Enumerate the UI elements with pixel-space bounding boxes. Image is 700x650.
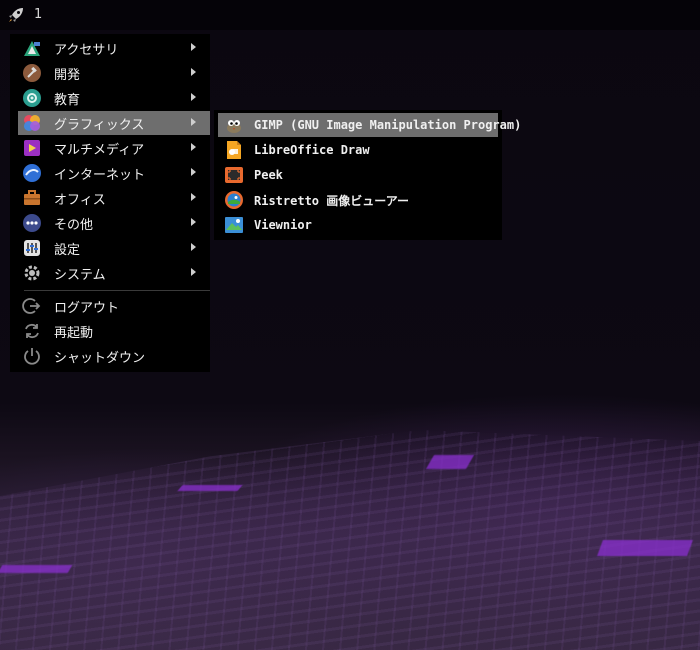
menu-item-label: GIMP (GNU Image Manipulation Program) <box>254 118 522 132</box>
menu-item-logout[interactable]: ログアウト <box>18 294 210 318</box>
multimedia-icon <box>22 138 42 158</box>
application-menu: アクセサリ 開発 教育 グラフィックス マルチメディア インターネット オフィス… <box>10 34 210 372</box>
power-icon <box>22 346 42 366</box>
menu-item-label: Peek <box>254 168 283 182</box>
top-panel: 1 <box>0 0 700 30</box>
menu-item-label: オフィス <box>54 192 106 208</box>
menu-item-label: 再起動 <box>54 325 94 341</box>
submenu-arrow-icon <box>191 193 196 201</box>
wallpaper-neon-light <box>177 485 243 491</box>
menu-item-gimp[interactable]: GIMP (GNU Image Manipulation Program) <box>218 113 521 137</box>
submenu-arrow-icon <box>191 93 196 101</box>
gimp-icon <box>224 115 244 135</box>
wallpaper-neon-light <box>597 540 693 556</box>
menu-item-label: LibreOffice Draw <box>254 143 370 157</box>
ristretto-icon <box>224 190 244 210</box>
system-icon <box>22 263 42 283</box>
menu-item-label: インターネット <box>54 167 146 183</box>
office-icon <box>22 188 42 208</box>
menu-item-label: ログアウト <box>54 300 120 316</box>
viewnior-icon <box>224 215 244 235</box>
peek-icon <box>224 165 244 185</box>
menu-item-graphics[interactable]: グラフィックス <box>18 111 210 135</box>
accessories-icon <box>22 38 42 58</box>
menu-item-settings[interactable]: 設定 <box>18 236 210 260</box>
education-icon <box>22 88 42 108</box>
menu-item-development[interactable]: 開発 <box>18 61 210 85</box>
logout-icon <box>22 296 42 316</box>
submenu-arrow-icon <box>191 243 196 251</box>
menu-item-label: 開発 <box>54 67 81 83</box>
submenu-arrow-icon <box>191 43 196 51</box>
menu-item-label: Viewnior <box>254 218 312 232</box>
graphics-icon <box>22 113 42 133</box>
menu-item-peek[interactable]: Peek <box>218 163 498 187</box>
libreoffice-draw-icon <box>224 140 244 160</box>
menu-item-label: シャットダウン <box>54 350 146 366</box>
internet-icon <box>22 163 42 183</box>
menu-item-other[interactable]: その他 <box>18 211 210 235</box>
menu-item-libreoffice-draw[interactable]: LibreOffice Draw <box>218 138 498 162</box>
submenu-arrow-icon <box>191 168 196 176</box>
graphics-submenu: GIMP (GNU Image Manipulation Program) Li… <box>214 110 521 240</box>
menu-item-label: グラフィックス <box>54 117 145 133</box>
menu-item-label: マルチメディア <box>54 142 145 158</box>
menu-item-restart[interactable]: 再起動 <box>18 319 210 343</box>
menu-item-accessories[interactable]: アクセサリ <box>18 36 210 60</box>
submenu-arrow-icon <box>191 118 196 126</box>
menu-item-ristretto[interactable]: Ristretto 画像ビューアー <box>218 188 498 212</box>
other-icon <box>22 213 42 233</box>
submenu-arrow-icon <box>191 68 196 76</box>
menu-item-education[interactable]: 教育 <box>18 86 210 110</box>
menu-item-shutdown[interactable]: シャットダウン <box>18 344 210 368</box>
menu-item-label: その他 <box>54 217 94 233</box>
submenu-arrow-icon <box>191 143 196 151</box>
wallpaper-neon-light <box>425 455 475 469</box>
wallpaper-neon-light <box>0 565 73 573</box>
settings-icon <box>22 238 42 258</box>
menu-separator <box>24 290 210 291</box>
menu-item-internet[interactable]: インターネット <box>18 161 210 185</box>
submenu-arrow-icon <box>191 218 196 226</box>
menu-item-label: 教育 <box>54 92 81 108</box>
menu-item-viewnior[interactable]: Viewnior <box>218 213 498 237</box>
menu-item-office[interactable]: オフィス <box>18 186 210 210</box>
menu-item-system[interactable]: システム <box>18 261 210 285</box>
workspace-number[interactable]: 1 <box>34 7 42 22</box>
menu-item-label: Ristretto 画像ビューアー <box>254 193 410 208</box>
submenu-arrow-icon <box>191 268 196 276</box>
restart-icon <box>22 321 42 341</box>
development-icon <box>22 63 42 83</box>
menu-item-label: アクセサリ <box>54 42 119 58</box>
rocket-icon[interactable] <box>6 5 26 25</box>
menu-item-multimedia[interactable]: マルチメディア <box>18 136 210 160</box>
menu-item-label: 設定 <box>54 242 81 258</box>
menu-item-label: システム <box>54 267 106 283</box>
